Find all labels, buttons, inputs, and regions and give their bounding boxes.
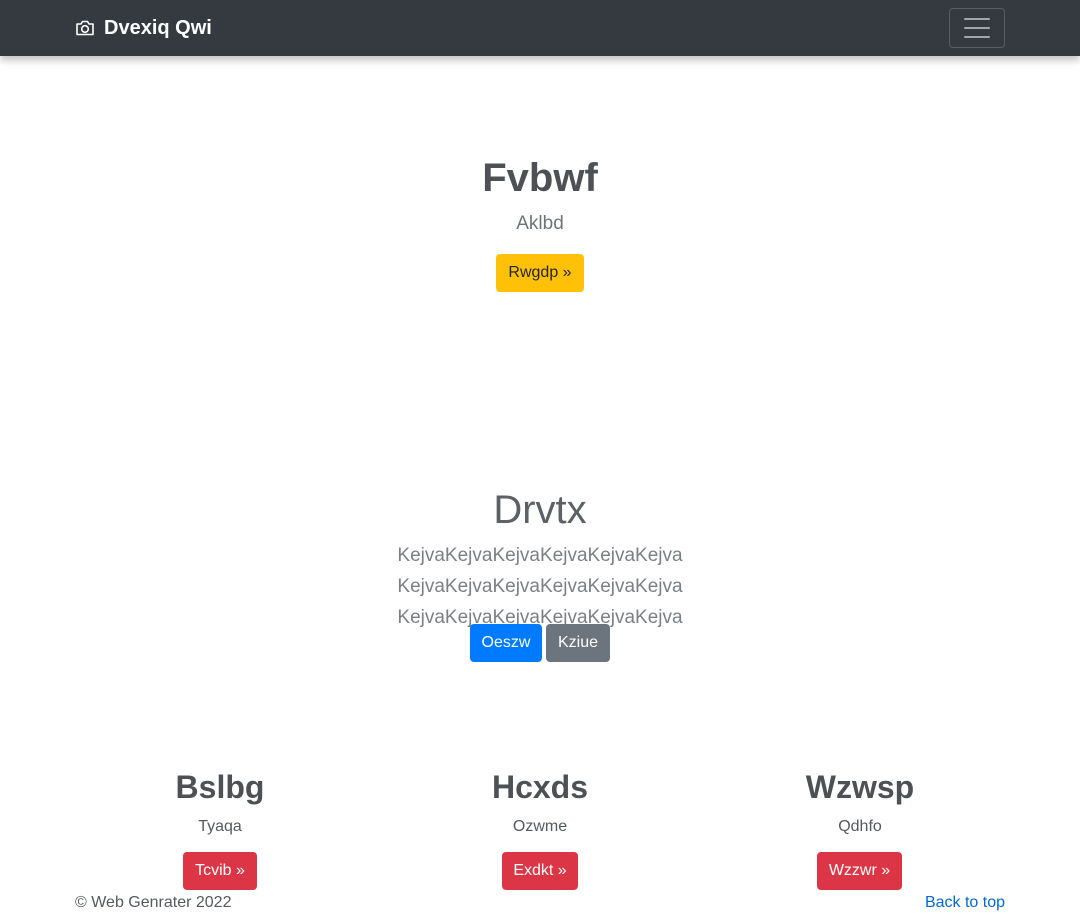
feature-title: Wzwsp [805,769,915,805]
feature-title: Bslbg [175,769,265,805]
jumbotron-lead: KejvaKejvaKejvaKejvaKejvaKejva KejvaKejv… [397,545,683,628]
brand-name: Dvexiq Qwi [104,16,212,39]
hamburger-menu-icon [964,18,990,20]
footer-copyright: © Web Genrater 2022 [75,894,232,911]
feature-subtitle: Ozwme [512,818,568,835]
feature-button-3[interactable]: Wzzwr » [817,852,902,890]
hero-subtitle: Aklbd [516,213,564,234]
feature-button-2[interactable]: Exdkt » [502,852,578,890]
navbar-toggler-button[interactable] [949,8,1005,48]
feature-column-2: Hcxds Ozwme [380,760,700,838]
feature-subtitle: Tyaqa [198,818,242,835]
hamburger-menu-icon-bar [964,36,990,38]
feature-column-3: Wzwsp Qdhfo [700,760,1020,838]
jumbotron-secondary-button[interactable]: Kziue [546,624,610,662]
hamburger-menu-icon-bar [964,27,990,29]
jumbotron-primary-button[interactable]: Oeszw [470,624,542,662]
hero-button[interactable]: Rwgdp » [496,254,584,292]
navbar: Dvexiq Qwi [0,0,1080,56]
feature-title: Hcxds [491,769,589,805]
feature-button-1[interactable]: Tcvib » [183,852,257,890]
feature-column-1: Bslbg Tyaqa [60,760,380,838]
back-to-top-link[interactable]: Back to top [925,893,1005,913]
camera-icon [75,18,95,38]
jumbotron-title: Drvtx [493,488,587,532]
hero-title: Fvbwf [482,156,598,200]
feature-subtitle: Qdhfo [838,818,882,835]
brand-link[interactable]: Dvexiq Qwi [75,0,212,56]
